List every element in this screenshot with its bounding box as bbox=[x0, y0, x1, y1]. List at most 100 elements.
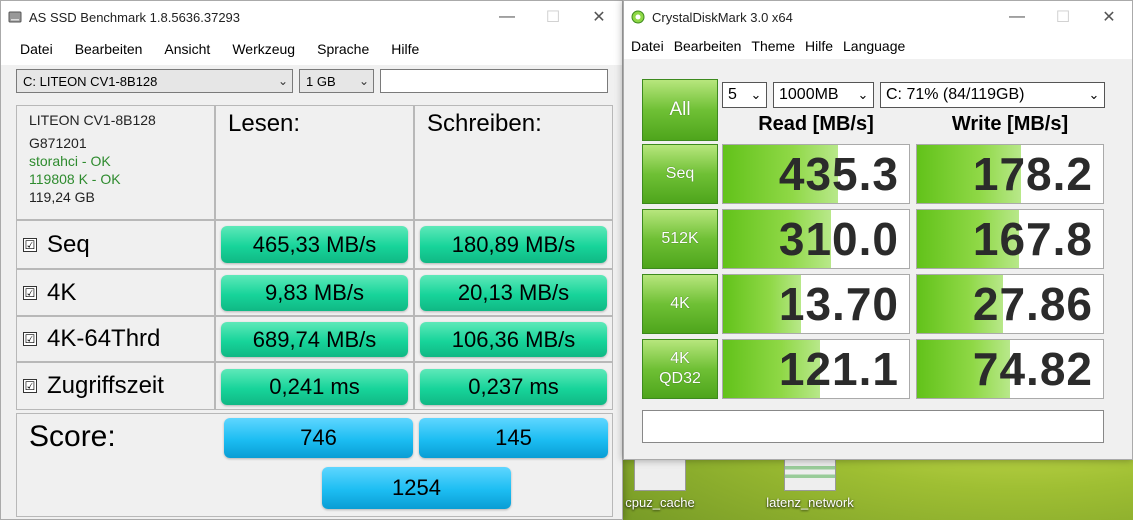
4k-read-cell: 13.70 bbox=[722, 274, 910, 334]
menu-ansicht[interactable]: Ansicht bbox=[153, 38, 221, 60]
drive-select-value: C: LITEON CV1-8B128 bbox=[23, 73, 158, 89]
4k-write-result: 20,13 MB/s bbox=[420, 275, 607, 311]
menu-hilfe[interactable]: Hilfe bbox=[800, 35, 838, 57]
result-cell: 106,36 MB/s bbox=[414, 316, 613, 362]
results-grid: LITEON CV1-8B128 G871201 storahci - OK 1… bbox=[16, 105, 613, 517]
drive-select[interactable]: C: LITEON CV1-8B128 ⌄ bbox=[16, 69, 293, 93]
result-cell: 180,89 MB/s bbox=[414, 220, 613, 269]
row-label-zugriffszeit[interactable]: ☑ Zugriffszeit bbox=[16, 362, 215, 410]
drive-model: LITEON CV1-8B128 bbox=[29, 112, 156, 128]
seq-read-value: 435.3 bbox=[778, 148, 899, 200]
row-label-text: 4K bbox=[47, 278, 77, 306]
chevron-down-icon: ⌄ bbox=[1088, 87, 1100, 102]
menu-hilfe[interactable]: Hilfe bbox=[380, 38, 430, 60]
cdm-main: All 5 ⌄ 1000MB ⌄ C: 71% (84/119GB) ⌄ Rea… bbox=[624, 59, 1132, 459]
result-cell: 0,237 ms bbox=[414, 362, 613, 410]
read-column-header: Read [MB/s] bbox=[758, 113, 874, 135]
menu-bearbeiten[interactable]: Bearbeiten bbox=[669, 35, 747, 57]
512k-read-cell: 310.0 bbox=[722, 209, 910, 269]
result-cell: 689,74 MB/s bbox=[215, 316, 414, 362]
seq-read-result: 465,33 MB/s bbox=[221, 226, 408, 263]
harddisk-icon bbox=[7, 9, 23, 25]
checkbox-icon[interactable]: ☑ bbox=[23, 332, 37, 346]
size-select-value: 1 GB bbox=[306, 73, 336, 89]
size-select-value: 1000MB bbox=[779, 86, 839, 103]
maximize-icon[interactable]: ☐ bbox=[1040, 1, 1086, 33]
4k-qd32-button[interactable]: 4K QD32 bbox=[642, 339, 718, 399]
score-total: 1254 bbox=[322, 467, 511, 509]
window-title: CrystalDiskMark 3.0 x64 bbox=[652, 9, 793, 25]
file-thumbnail-icon bbox=[634, 455, 686, 491]
close-icon[interactable]: ✕ bbox=[576, 1, 622, 33]
crystal-icon bbox=[630, 9, 646, 25]
512k-write-cell: 167.8 bbox=[916, 209, 1104, 269]
runs-select-value: 5 bbox=[728, 86, 737, 103]
checkbox-icon[interactable]: ☑ bbox=[23, 285, 37, 300]
size-select[interactable]: 1 GB ⌄ bbox=[299, 69, 374, 93]
result-cell: 465,33 MB/s bbox=[215, 220, 414, 269]
as-ssd-titlebar[interactable]: AS SSD Benchmark 1.8.5636.37293 — ☐ ✕ bbox=[1, 1, 622, 33]
chevron-down-icon: ⌄ bbox=[358, 74, 370, 88]
chevron-down-icon: ⌄ bbox=[857, 87, 869, 102]
4k-button[interactable]: 4K bbox=[642, 274, 718, 334]
comment-input[interactable] bbox=[642, 410, 1104, 443]
4k-qd32-write-cell: 74.82 bbox=[916, 339, 1104, 399]
drive-alignment-status: 119808 K - OK bbox=[29, 171, 121, 187]
row-label-text: Zugriffszeit bbox=[47, 372, 164, 399]
crystaldiskmark-window: CrystalDiskMark 3.0 x64 — ☐ ✕ Datei Bear… bbox=[623, 0, 1133, 460]
row-label-text: Seq bbox=[47, 230, 90, 258]
drive-select-value: C: 71% (84/119GB) bbox=[886, 86, 1025, 103]
512k-write-value: 167.8 bbox=[972, 213, 1093, 265]
drive-info-panel: LITEON CV1-8B128 G871201 storahci - OK 1… bbox=[16, 105, 215, 220]
path-input[interactable] bbox=[380, 69, 608, 93]
cdm-titlebar[interactable]: CrystalDiskMark 3.0 x64 — ☐ ✕ bbox=[624, 1, 1132, 33]
drive-driver-status: storahci - OK bbox=[29, 153, 111, 169]
menu-werkzeug[interactable]: Werkzeug bbox=[221, 38, 306, 60]
close-icon[interactable]: ✕ bbox=[1086, 1, 1132, 33]
menu-sprache[interactable]: Sprache bbox=[306, 38, 380, 60]
4k-qd32-write-value: 74.82 bbox=[972, 343, 1093, 395]
access-time-write-result: 0,237 ms bbox=[420, 369, 607, 405]
menu-language[interactable]: Language bbox=[838, 35, 910, 57]
512k-button[interactable]: 512K bbox=[642, 209, 718, 269]
4k-read-result: 9,83 MB/s bbox=[221, 275, 408, 311]
score-write: 145 bbox=[419, 418, 608, 458]
minimize-icon[interactable]: — bbox=[484, 1, 530, 33]
4k-write-cell: 27.86 bbox=[916, 274, 1104, 334]
maximize-icon[interactable]: ☐ bbox=[530, 1, 576, 33]
chevron-down-icon: ⌄ bbox=[277, 74, 289, 88]
4k-64thrd-read-result: 689,74 MB/s bbox=[221, 322, 408, 357]
seq-write-result: 180,89 MB/s bbox=[420, 226, 607, 263]
drive-select[interactable]: C: 71% (84/119GB) ⌄ bbox=[880, 82, 1105, 108]
4k-qd32-read-cell: 121.1 bbox=[722, 339, 910, 399]
512k-read-value: 310.0 bbox=[778, 213, 899, 265]
file-thumbnail-icon bbox=[784, 455, 836, 491]
write-column-header: Schreiben: bbox=[414, 105, 613, 220]
4k-64thrd-write-result: 106,36 MB/s bbox=[420, 322, 607, 357]
desktop-icon-cpuz-cache[interactable]: cpuz_cache bbox=[610, 455, 710, 510]
seq-write-cell: 178.2 bbox=[916, 144, 1104, 204]
checkbox-icon[interactable]: ☑ bbox=[23, 237, 37, 252]
row-label-seq[interactable]: ☑ Seq bbox=[16, 220, 215, 269]
minimize-icon[interactable]: — bbox=[994, 1, 1040, 33]
access-time-read-result: 0,241 ms bbox=[221, 369, 408, 405]
seq-write-value: 178.2 bbox=[972, 148, 1093, 200]
runs-select[interactable]: 5 ⌄ bbox=[722, 82, 767, 108]
all-button[interactable]: All bbox=[642, 79, 718, 141]
drive-capacity: 119,24 GB bbox=[29, 189, 95, 205]
score-panel: Score: 746 145 1254 bbox=[16, 413, 613, 517]
4k-qd32-read-value: 121.1 bbox=[778, 343, 899, 395]
size-select[interactable]: 1000MB ⌄ bbox=[773, 82, 874, 108]
menu-theme[interactable]: Theme bbox=[746, 35, 800, 57]
read-column-header: Lesen: bbox=[215, 105, 414, 220]
desktop-icon-latenz-network[interactable]: latenz_network bbox=[760, 455, 860, 510]
menu-bearbeiten[interactable]: Bearbeiten bbox=[64, 38, 154, 60]
checkbox-icon[interactable]: ☑ bbox=[23, 379, 37, 393]
menu-datei[interactable]: Datei bbox=[626, 35, 669, 57]
seq-button[interactable]: Seq bbox=[642, 144, 718, 204]
row-label-4k[interactable]: ☑ 4K bbox=[16, 269, 215, 316]
row-label-4k-64thrd[interactable]: ☑ 4K-64Thrd bbox=[16, 316, 215, 362]
menu-datei[interactable]: Datei bbox=[9, 38, 64, 60]
toolbar: C: LITEON CV1-8B128 ⌄ 1 GB ⌄ bbox=[16, 67, 612, 95]
window-title: AS SSD Benchmark 1.8.5636.37293 bbox=[29, 9, 241, 25]
